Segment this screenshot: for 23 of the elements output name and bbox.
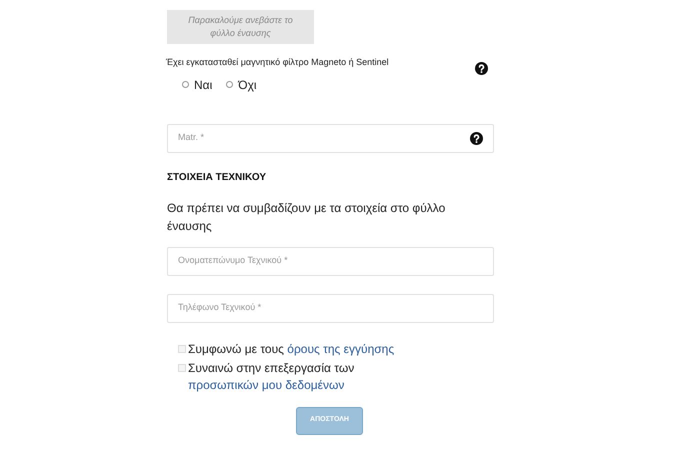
- section-heading: ΣΤΟΙΧΕΙΑ ΤΕΧΝΙΚΟΥ: [167, 170, 267, 184]
- radio-button[interactable]: [226, 81, 234, 88]
- matr-field[interactable]: Matr. *: [167, 124, 494, 152]
- upload-area[interactable]: Παρακαλούμε ανεβάστε το φύλλο έναυσης: [167, 10, 314, 44]
- checkbox[interactable]: [178, 344, 186, 352]
- help-icon[interactable]: [475, 62, 488, 75]
- consent-link[interactable]: προσωπικών μου δεδομένων: [188, 378, 344, 392]
- help-icon[interactable]: [470, 132, 483, 144]
- question-label: Έχει εγκατασταθεί μαγνητικό φίλτρο Magneto ή Sentinel: [166, 56, 389, 69]
- field-placeholder: Ονοματεπώνυμο Τεχνικού *: [178, 254, 288, 268]
- consent-text: Συμφωνώ με τους όρους της εγγύησης: [188, 340, 396, 358]
- upload-hint: Παρακαλούμε ανεβάστε το φύλλο έναυσης: [187, 14, 294, 40]
- section-note: Θα πρέπει να συμβαδίζουν με τα στοιχεία στο φύλλο έναυσης: [167, 200, 446, 234]
- radio-label: Ναι: [194, 76, 212, 94]
- text-field[interactable]: Τηλέφωνο Τεχνικού *: [167, 294, 494, 322]
- radio-label: Όχι: [238, 76, 257, 94]
- consent-link[interactable]: όρους της εγγύησης: [287, 342, 394, 356]
- consent-text: Συναινώ στην επεξεργασία των προσωπικών μου δεδομένων: [188, 360, 356, 394]
- checkbox[interactable]: [178, 364, 186, 372]
- radio-button[interactable]: [182, 81, 189, 88]
- field-placeholder: Matr. *: [178, 131, 204, 144]
- text-field[interactable]: Ονοματεπώνυμο Τεχνικού *: [167, 246, 494, 276]
- field-placeholder: Τηλέφωνο Τεχνικού *: [178, 301, 262, 314]
